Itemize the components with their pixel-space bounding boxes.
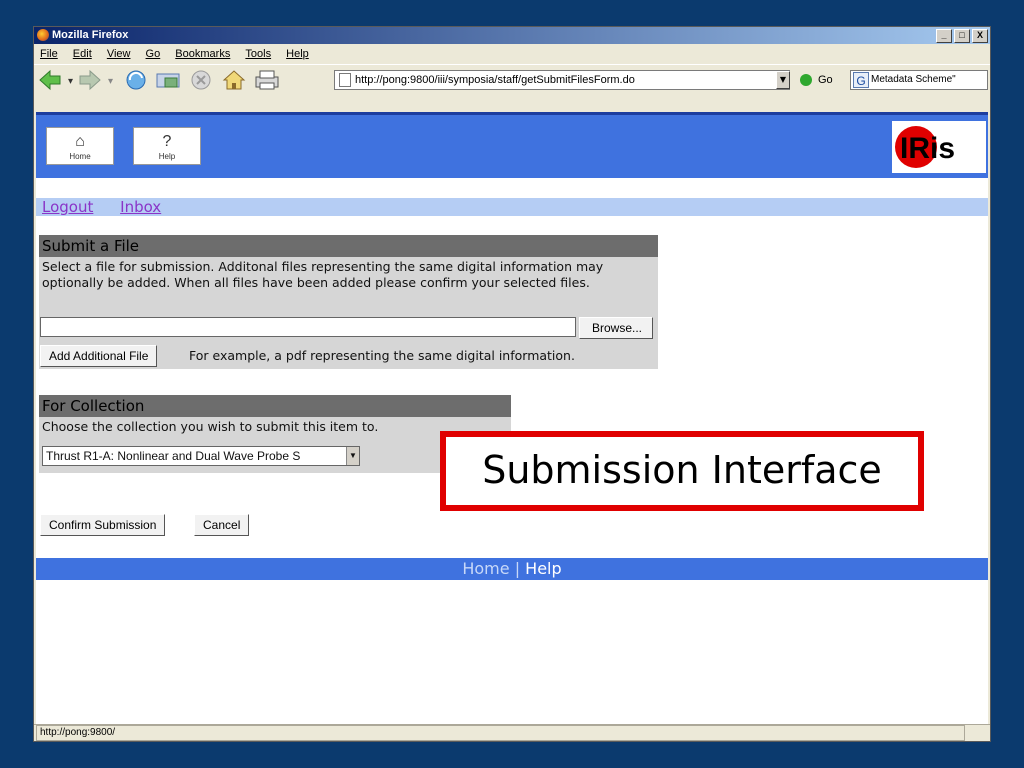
browser-window: Mozilla Firefox _ □ X File Edit View Go …	[33, 26, 991, 742]
collection-heading: For Collection	[39, 395, 511, 417]
logout-link[interactable]: Logout	[42, 198, 93, 216]
navigation-toolbar: ▾ ▾ http://pong:9800/iii/symposia/staff/…	[34, 64, 990, 95]
stop-icon[interactable]	[156, 73, 180, 88]
go-label: Go	[818, 74, 833, 86]
maximize-button[interactable]: □	[954, 29, 970, 43]
file-path-input[interactable]	[40, 317, 576, 337]
collection-select[interactable]: Thrust R1-A: Nonlinear and Dual Wave Pro…	[42, 446, 360, 466]
footer-home-link[interactable]: Home	[462, 559, 509, 578]
browse-button[interactable]: Browse...	[579, 317, 654, 339]
iris-logo: IRis	[892, 121, 986, 173]
inbox-link[interactable]: Inbox	[120, 198, 161, 216]
menu-view[interactable]: View	[107, 48, 131, 60]
submission-interface-callout: Submission Interface	[440, 431, 924, 511]
home-icon: ⌂	[75, 133, 85, 150]
cancel-button[interactable]: Cancel	[194, 514, 250, 536]
address-text[interactable]: http://pong:9800/iii/symposia/staff/getS…	[355, 74, 635, 86]
status-text: http://pong:9800/	[36, 725, 965, 741]
firefox-icon	[37, 29, 49, 41]
close-button[interactable]: X	[972, 29, 988, 43]
page-viewport: ⌂ Home ? Help IRis Logout Inbox Submit a…	[36, 112, 988, 724]
menu-bar: File Edit View Go Bookmarks Tools Help	[34, 45, 990, 63]
back-dropdown-icon[interactable]: ▾	[68, 76, 73, 87]
search-text[interactable]: Metadata Scheme"	[871, 74, 956, 85]
title-bar[interactable]: Mozilla Firefox _ □ X	[34, 27, 990, 44]
home-icon[interactable]	[222, 70, 246, 90]
header-help-label: Help	[158, 152, 176, 161]
links-bar: Logout Inbox	[36, 198, 988, 216]
add-file-hint: For example, a pdf representing the same…	[189, 348, 575, 363]
footer-separator: |	[514, 559, 521, 578]
back-arrow-icon[interactable]	[39, 69, 61, 91]
header-home-label: Home	[69, 152, 91, 161]
window-controls: _ □ X	[936, 29, 988, 43]
forward-arrow-icon[interactable]	[79, 69, 101, 91]
chevron-down-icon[interactable]: ▼	[346, 447, 359, 465]
google-search-icon[interactable]: G	[853, 72, 869, 88]
header-help-button[interactable]: ? Help	[133, 127, 201, 165]
address-bar[interactable]: http://pong:9800/iii/symposia/staff/getS…	[334, 70, 790, 90]
forward-dropdown-icon[interactable]: ▾	[108, 76, 113, 87]
status-bar: http://pong:9800/	[34, 724, 990, 741]
search-box[interactable]: G Metadata Scheme"	[850, 70, 988, 90]
logo-text: IRis	[900, 132, 955, 165]
footer-help-link[interactable]: Help	[525, 559, 561, 578]
go-icon	[800, 74, 812, 87]
menu-help[interactable]: Help	[286, 48, 309, 60]
go-button[interactable]: Go	[800, 72, 833, 88]
collection-selected-value: Thrust R1-A: Nonlinear and Dual Wave Pro…	[46, 449, 301, 463]
menu-go[interactable]: Go	[146, 48, 161, 60]
print-icon[interactable]	[255, 70, 279, 90]
address-dropdown-button[interactable]: ▼	[776, 71, 790, 89]
site-footer: Home | Help	[36, 558, 988, 580]
site-header: ⌂ Home ? Help IRis	[36, 112, 988, 178]
add-additional-file-button[interactable]: Add Additional File	[40, 345, 158, 367]
nav-buttons: ▾ ▾	[39, 69, 279, 91]
submit-file-heading: Submit a File	[39, 235, 658, 257]
menu-edit[interactable]: Edit	[73, 48, 92, 60]
menu-file[interactable]: File	[40, 48, 58, 60]
reload-icon[interactable]	[126, 70, 146, 90]
minimize-button[interactable]: _	[936, 29, 952, 43]
header-home-button[interactable]: ⌂ Home	[46, 127, 114, 165]
window-title: Mozilla Firefox	[52, 29, 129, 41]
confirm-submission-button[interactable]: Confirm Submission	[40, 514, 166, 536]
submit-file-panel: Submit a File Select a file for submissi…	[39, 235, 658, 369]
page-icon	[339, 73, 351, 87]
menu-bookmarks[interactable]: Bookmarks	[175, 48, 230, 60]
menu-tools[interactable]: Tools	[245, 48, 271, 60]
submit-file-description: Select a file for submission. Additonal …	[42, 259, 604, 290]
stop-x-icon[interactable]	[191, 70, 211, 90]
help-icon: ?	[162, 133, 172, 150]
